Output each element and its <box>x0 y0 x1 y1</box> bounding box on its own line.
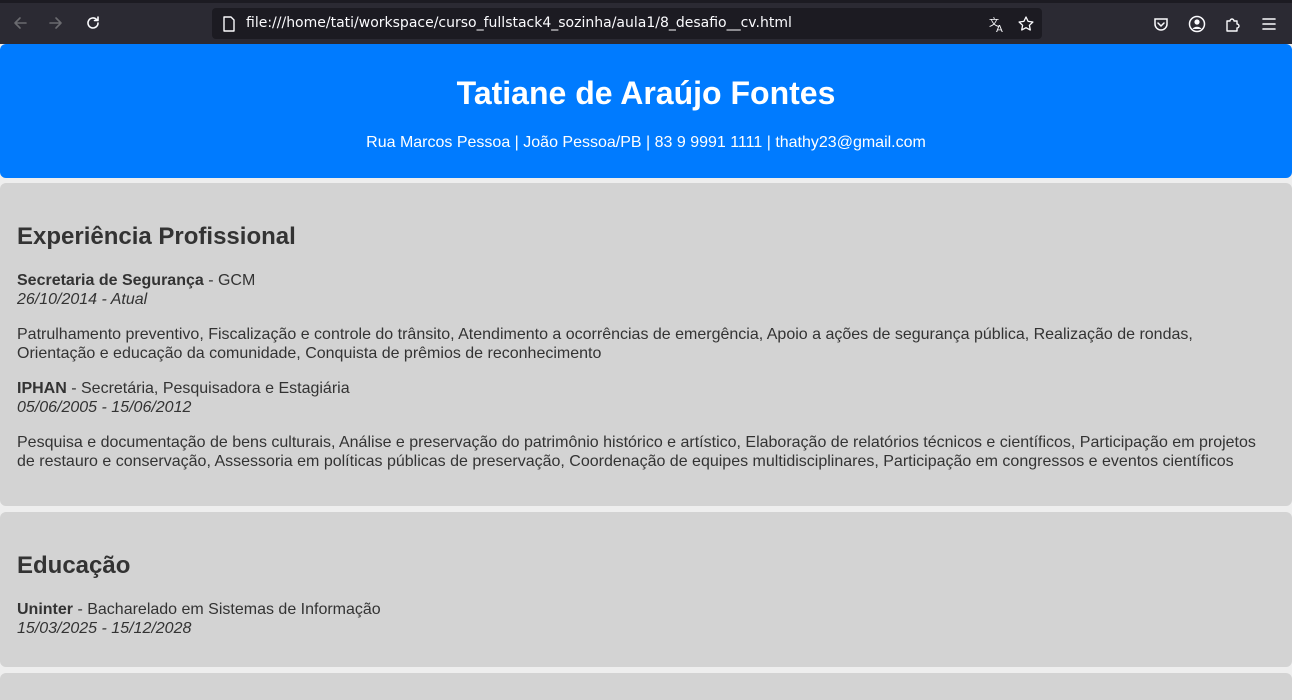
section-title: Educação <box>17 552 131 579</box>
section-title: Experiência Profissional <box>17 223 296 250</box>
account-icon <box>1188 15 1206 33</box>
job-heading: IPHAN - Secretária, Pesquisadora e Estag… <box>17 379 350 398</box>
education-org: Uninter <box>17 601 73 618</box>
job-org: Secretaria de Segurança <box>17 272 204 289</box>
star-icon[interactable] <box>1017 15 1035 33</box>
next-section <box>0 673 1292 700</box>
education-course: - Bacharelado em Sistemas de Informação <box>73 601 381 618</box>
translate-icon[interactable]: 文A <box>988 15 1006 33</box>
forward-button[interactable] <box>45 12 67 34</box>
extensions-button[interactable] <box>1222 13 1244 35</box>
back-button[interactable] <box>9 12 31 34</box>
education-section: Educação Uninter - Bacharelado em Sistem… <box>0 512 1292 667</box>
contact-info: Rua Marcos Pessoa | João Pessoa/PB | 83 … <box>366 134 926 151</box>
job-role: - Secretária, Pesquisadora e Estagiária <box>66 380 350 397</box>
job-description: Pesquisa e documentação de bens culturai… <box>17 434 1256 470</box>
reload-icon <box>87 16 99 29</box>
education-period: 15/03/2025 - 15/12/2028 <box>17 620 192 637</box>
page-icon <box>220 15 238 33</box>
url-text[interactable]: file:///home/tati/workspace/curso_fullst… <box>246 15 792 31</box>
svg-text:A: A <box>996 24 1003 33</box>
cv-name: Tatiane de Araújo Fontes <box>456 75 836 111</box>
puzzle-icon <box>1226 18 1240 32</box>
account-button[interactable] <box>1186 13 1208 35</box>
page-content: Tatiane de Araújo Fontes Rua Marcos Pess… <box>0 44 1292 700</box>
reload-button[interactable] <box>82 12 104 34</box>
experience-section: Experiência Profissional Secretaria de S… <box>0 183 1292 506</box>
pocket-button[interactable] <box>1150 13 1172 35</box>
hamburger-menu-icon <box>1262 18 1276 30</box>
pocket-icon <box>1154 18 1168 31</box>
arrow-right-icon <box>49 17 62 29</box>
job-org: IPHAN <box>17 380 67 397</box>
app-menu-button[interactable] <box>1258 13 1280 35</box>
job-heading: Secretaria de Segurança - GCM <box>17 271 255 290</box>
job-description: Patrulhamento preventivo, Fiscalização e… <box>17 326 1193 362</box>
education-heading: Uninter - Bacharelado em Sistemas de Inf… <box>17 600 381 619</box>
job-role: - GCM <box>203 272 256 289</box>
cv-header: Tatiane de Araújo Fontes Rua Marcos Pess… <box>0 44 1292 178</box>
address-bar[interactable]: file:///home/tati/workspace/curso_fullst… <box>212 8 1042 39</box>
arrow-left-icon <box>14 17 27 29</box>
job-period: 05/06/2005 - 15/06/2012 <box>17 399 192 416</box>
browser-toolbar: file:///home/tati/workspace/curso_fullst… <box>0 0 1292 44</box>
job-period: 26/10/2014 - Atual <box>17 291 148 308</box>
